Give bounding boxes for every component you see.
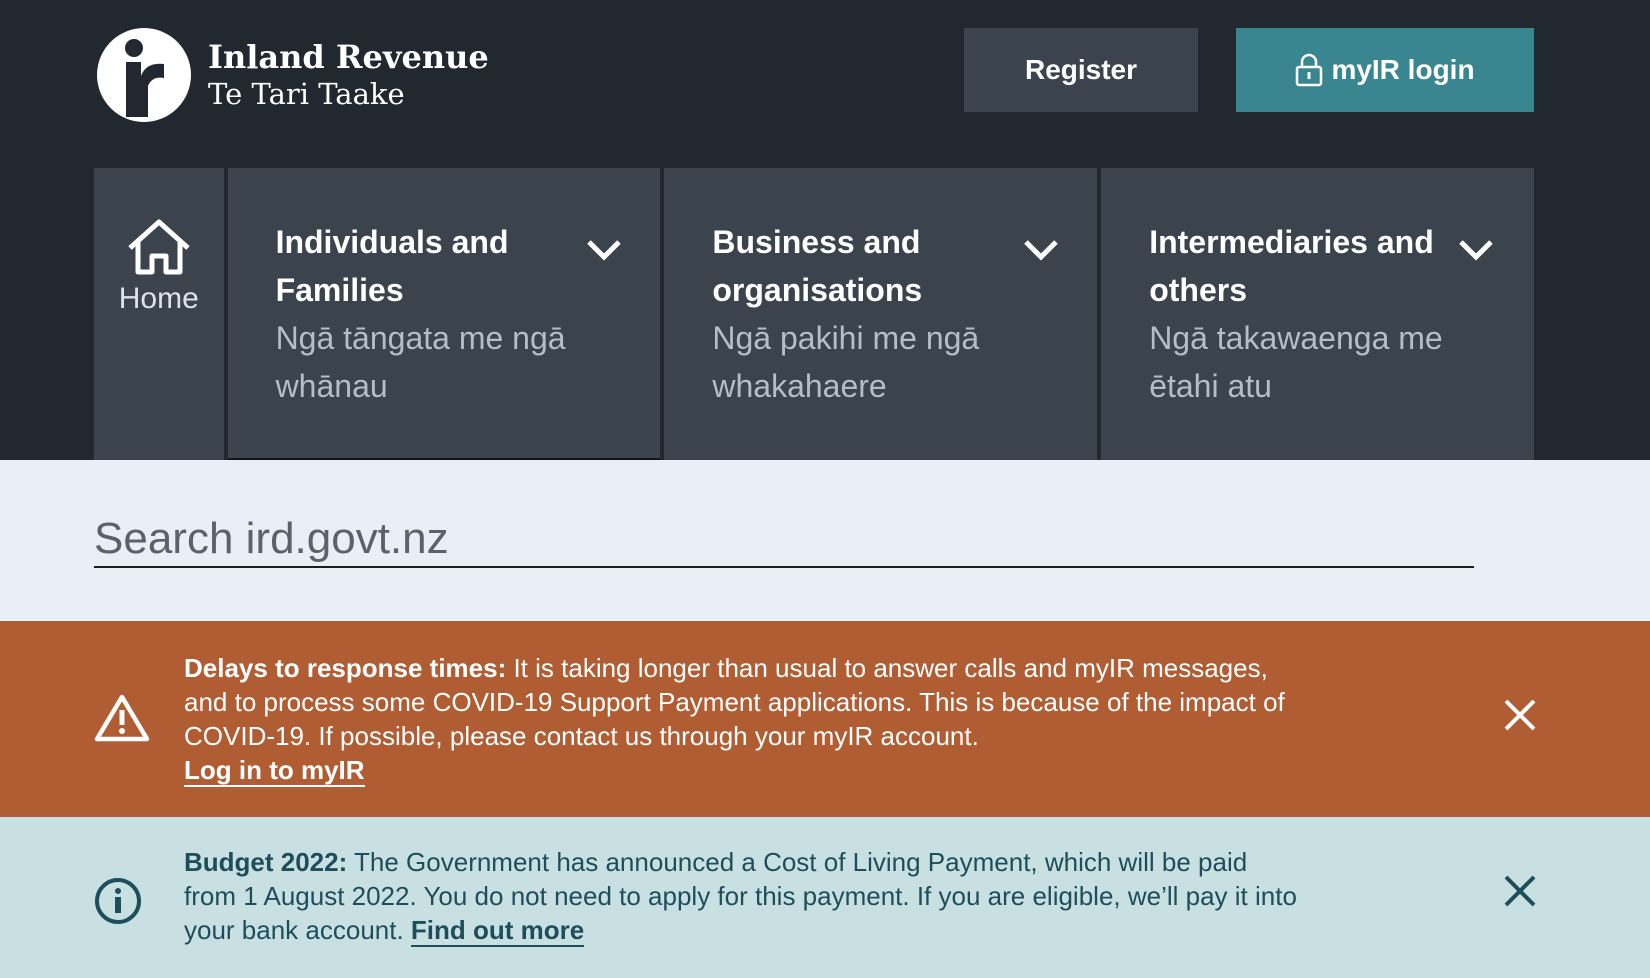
chevron-down-icon [1024, 240, 1058, 261]
myir-login-button[interactable]: myIR login [1236, 28, 1534, 112]
nav-item-subtitle: Ngā tāngata me ngā whānau [275, 320, 566, 404]
budget-alert-text: Budget 2022: The Government has announce… [184, 845, 1304, 947]
budget-alert-heading: Budget 2022: [184, 847, 348, 877]
nav-business-organisations[interactable]: Business and organisations Ngā pakihi me… [664, 168, 1098, 460]
budget-alert-banner: Budget 2022: The Government has announce… [0, 817, 1650, 978]
nav-item-subtitle: Ngā takawaenga me ētahi atu [1149, 320, 1443, 404]
nav-item-title: Intermediaries and others [1149, 224, 1434, 308]
budget-alert-body: The Government has announced a Cost of L… [184, 847, 1297, 945]
main-nav: Home Individuals and Families Ngā tāngat… [94, 168, 1534, 460]
home-label: Home [118, 282, 199, 315]
search-input[interactable] [94, 512, 1474, 568]
nav-item-title: Individuals and Families [275, 224, 509, 308]
logo-title: Inland Revenue [208, 38, 489, 76]
search-area [0, 460, 1650, 621]
chevron-down-icon [587, 240, 622, 261]
delay-alert-text: Delays to response times: It is taking l… [184, 651, 1304, 787]
ird-logo-icon [97, 28, 191, 122]
lock-icon [1296, 53, 1323, 87]
site-header: Inland Revenue Te Tari Taake Register my… [0, 0, 1650, 460]
chevron-down-icon [1459, 240, 1493, 261]
register-button[interactable]: Register [964, 28, 1198, 112]
nav-home[interactable]: Home [94, 168, 224, 460]
delay-alert-banner: Delays to response times: It is taking l… [0, 621, 1650, 817]
close-icon[interactable] [1502, 697, 1538, 733]
log-in-myir-link[interactable]: Log in to myIR [184, 755, 365, 787]
warning-icon [94, 694, 150, 742]
nav-intermediaries-others[interactable]: Intermediaries and others Ngā takawaenga… [1101, 168, 1534, 460]
nav-item-title: Business and organisations [712, 224, 923, 308]
close-icon[interactable] [1502, 873, 1538, 909]
home-icon [128, 219, 190, 275]
ird-logo[interactable]: Inland Revenue Te Tari Taake [96, 26, 489, 124]
myir-login-label: myIR login [1331, 54, 1475, 85]
nav-item-subtitle: Ngā pakihi me ngā whakahaere [712, 320, 980, 404]
logo-text: Inland Revenue Te Tari Taake [208, 38, 489, 112]
info-icon [95, 878, 141, 924]
find-out-more-link[interactable]: Find out more [410, 915, 585, 947]
delay-alert-heading: Delays to response times: [184, 653, 507, 683]
logo-subtitle: Te Tari Taake [208, 77, 405, 111]
nav-individuals-families[interactable]: Individuals and Families Ngā tāngata me … [227, 168, 661, 460]
